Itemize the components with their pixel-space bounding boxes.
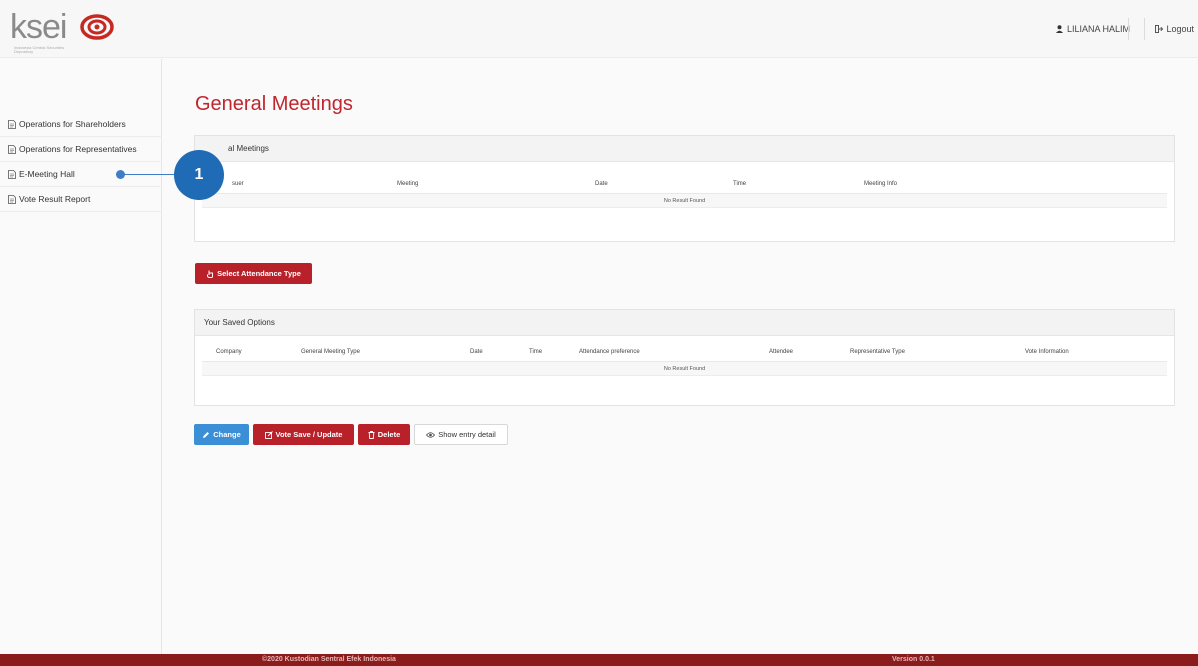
panel-heading: Your Saved Options	[195, 310, 1174, 336]
table-header: Company General Meeting Type Date Time A…	[202, 344, 1167, 362]
logout-link[interactable]: Logout	[1155, 24, 1194, 34]
hand-pointer-icon	[207, 270, 214, 278]
eye-icon	[426, 431, 436, 438]
select-attendance-type-button[interactable]: Select Attendance Type	[195, 263, 312, 284]
footer-version: Version 0.0.1	[892, 656, 935, 663]
panel-title: Your Saved Options	[204, 318, 275, 327]
change-button[interactable]: Change	[194, 424, 249, 445]
logout-label: Logout	[1166, 24, 1194, 34]
sidebar: Operations for Shareholders Operations f…	[0, 59, 162, 654]
column-header[interactable]: Date	[470, 349, 483, 355]
sidebar-item-label: E-Meeting Hall	[19, 169, 75, 179]
vote-save-update-button[interactable]: Vote Save / Update	[253, 424, 354, 445]
page-title: General Meetings	[195, 93, 353, 115]
button-label: Delete	[377, 430, 401, 439]
column-header[interactable]: Time	[733, 181, 746, 187]
column-header[interactable]: Company	[216, 349, 242, 355]
document-icon	[8, 119, 16, 129]
user-name: LILIANA HALIM	[1066, 24, 1130, 34]
button-label: Show entry detail	[438, 430, 496, 439]
button-label: Select Attendance Type	[217, 269, 301, 278]
document-icon	[8, 194, 16, 204]
header-divider	[1144, 18, 1145, 40]
delete-button[interactable]: Delete	[358, 424, 410, 445]
sidebar-item-vote-result-report[interactable]: Vote Result Report	[0, 187, 162, 212]
document-icon	[8, 144, 16, 154]
user-menu[interactable]: LILIANA HALIM	[1055, 24, 1130, 34]
sidebar-menu: Operations for Shareholders Operations f…	[0, 112, 162, 212]
sidebar-item-label: Operations for Representatives	[19, 144, 137, 154]
header-divider	[1128, 18, 1129, 40]
sidebar-item-label: Vote Result Report	[19, 194, 91, 204]
column-header[interactable]: Attendance preference	[579, 349, 640, 355]
sidebar-item-label: Operations for Shareholders	[19, 119, 126, 129]
top-header: ksei Indonesia Central Securities Deposi…	[0, 0, 1198, 58]
panel-title: al Meetings	[228, 144, 269, 153]
logout-icon	[1155, 25, 1164, 33]
saved-options-panel: Your Saved Options Company General Meeti…	[194, 309, 1175, 406]
user-icon	[1055, 25, 1063, 33]
column-header[interactable]: Date	[595, 181, 608, 187]
column-header[interactable]: Representative Type	[850, 349, 905, 355]
sidebar-item-operations-shareholders[interactable]: Operations for Shareholders	[0, 112, 162, 137]
column-header[interactable]: Attendee	[769, 349, 793, 355]
logo-text: ksei	[10, 8, 67, 46]
annotation-line	[120, 174, 182, 175]
column-header[interactable]: suer	[232, 181, 244, 187]
general-meetings-panel: al Meetings suer Meeting Date Time Meeti…	[194, 135, 1175, 242]
column-header[interactable]: Meeting	[397, 181, 418, 187]
page-footer: ©2020 Kustodian Sentral Efek Indonesia V…	[0, 654, 1198, 666]
document-icon	[8, 169, 16, 179]
button-label: Change	[213, 430, 241, 439]
table-header: suer Meeting Date Time Meeting Info	[202, 176, 1167, 194]
empty-result-row: No Result Found	[202, 194, 1167, 208]
column-header[interactable]: Time	[529, 349, 542, 355]
pencil-icon	[203, 431, 210, 438]
trash-icon	[368, 430, 375, 439]
empty-result-row: No Result Found	[202, 362, 1167, 376]
ksei-logo[interactable]: ksei Indonesia Central Securities Deposi…	[10, 8, 140, 54]
edit-icon	[264, 430, 273, 439]
logo-mark-icon	[80, 14, 114, 40]
column-header[interactable]: Vote Information	[1025, 349, 1069, 355]
show-entry-detail-button[interactable]: Show entry detail	[414, 424, 508, 445]
footer-copyright: ©2020 Kustodian Sentral Efek Indonesia	[262, 656, 396, 663]
annotation-badge: 1	[174, 150, 224, 200]
column-header[interactable]: Meeting Info	[864, 181, 897, 187]
button-label: Vote Save / Update	[275, 430, 343, 439]
panel-heading: al Meetings	[195, 136, 1174, 162]
annotation-dot	[116, 170, 125, 179]
logo-subtext: Indonesia Central Securities Depository	[14, 45, 65, 54]
sidebar-item-operations-representatives[interactable]: Operations for Representatives	[0, 137, 162, 162]
column-header[interactable]: General Meeting Type	[301, 349, 360, 355]
